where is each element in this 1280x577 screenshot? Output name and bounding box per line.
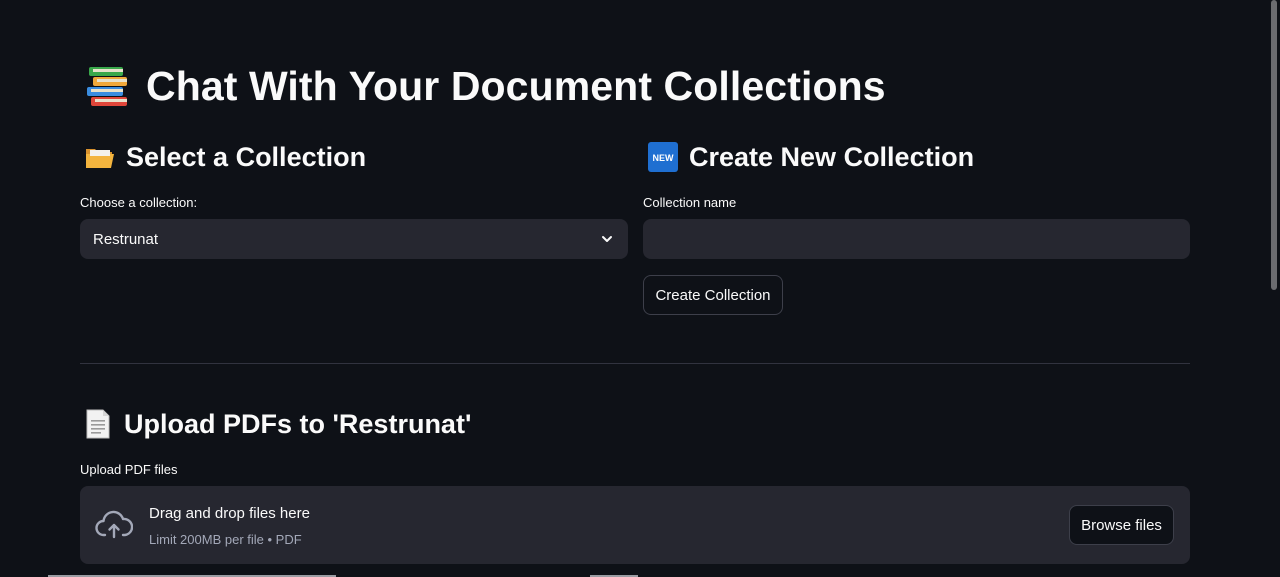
vertical-scrollbar[interactable]: [1268, 0, 1280, 577]
app-root: Chat With Your Document Collections Sele…: [0, 0, 1280, 577]
dropzone-limit: Limit 200MB per file • PDF: [149, 532, 302, 547]
scrollbar-thumb[interactable]: [1271, 0, 1277, 290]
select-collection-heading-text: Select a Collection: [126, 141, 367, 172]
page-icon: [86, 409, 110, 439]
create-collection-heading: NEW Create New Collection: [647, 141, 974, 173]
folder-icon: [86, 149, 114, 168]
upload-heading-text: Upload PDFs to 'Restrunat': [124, 408, 472, 439]
page-title: Chat With Your Document Collections: [84, 62, 886, 110]
upload-pdf-label: Upload PDF files: [80, 462, 178, 477]
new-badge-icon: NEW: [648, 142, 678, 172]
upload-heading: Upload PDFs to 'Restrunat': [82, 408, 471, 440]
chevron-down-icon: [602, 236, 612, 242]
books-icon: [87, 67, 127, 106]
file-dropzone[interactable]: Drag and drop files here Limit 200MB per…: [80, 486, 1190, 564]
browse-files-button[interactable]: Browse files: [1069, 505, 1174, 545]
section-divider: [80, 363, 1190, 364]
create-collection-button[interactable]: Create Collection: [643, 275, 783, 315]
svg-text:NEW: NEW: [653, 153, 675, 163]
collection-name-label: Collection name: [643, 195, 737, 210]
page-title-text: Chat With Your Document Collections: [146, 62, 886, 109]
collection-select-value: Restrunat: [93, 230, 159, 248]
create-collection-heading-text: Create New Collection: [689, 141, 975, 172]
choose-collection-label: Choose a collection:: [80, 195, 198, 210]
cloud-upload-icon: [95, 510, 133, 539]
collection-select[interactable]: Restrunat: [80, 219, 628, 259]
select-collection-heading: Select a Collection: [84, 141, 366, 173]
collection-name-input[interactable]: [643, 219, 1190, 259]
dropzone-instruction: Drag and drop files here: [149, 505, 310, 522]
